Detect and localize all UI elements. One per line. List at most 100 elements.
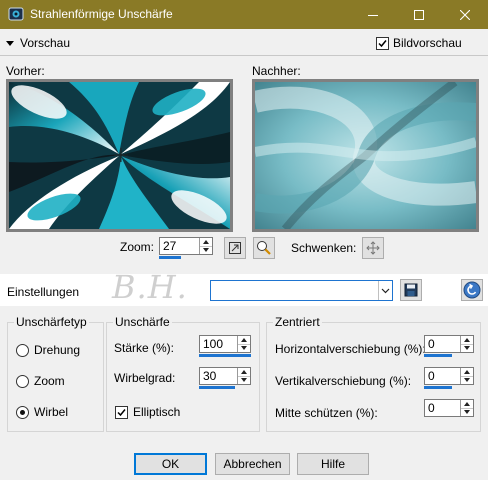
radio-button[interactable] [16,374,29,388]
after-label: Nachher: [252,64,301,78]
help-button[interactable]: Hilfe [297,453,369,475]
blur-title: Unschärfe [113,315,172,329]
spin-up-icon[interactable] [461,336,473,344]
ok-button[interactable]: OK [134,453,207,475]
zoom-slider-bar[interactable] [159,256,181,259]
strength-value[interactable]: 100 [200,336,237,352]
bildvorschau-checkbox-row[interactable]: Bildvorschau [376,34,462,52]
spin-down-icon[interactable] [461,343,473,353]
blur-type-group: Unschärfetyp Drehung Zoom Wirbel [7,315,104,432]
zoom-fit-icon [229,242,241,254]
twist-slider-bar[interactable] [199,386,235,389]
radio-label: Zoom [34,374,65,388]
radio-wirbel[interactable]: Wirbel [16,405,68,419]
spin-up-icon[interactable] [238,368,250,376]
chevron-down-icon [381,288,390,293]
settings-label: Einstellungen [7,285,80,299]
maximize-button[interactable] [396,0,442,29]
protect-value[interactable]: 0 [425,400,460,416]
h-offset-slider-bar[interactable] [424,354,452,357]
close-icon [460,9,470,20]
strength-spinner[interactable]: 100 [199,335,251,353]
spin-down-icon[interactable] [238,375,250,385]
spin-down-icon[interactable] [238,343,250,353]
close-button[interactable] [442,0,488,29]
radio-label: Drehung [34,343,81,357]
elliptical-checkbox-row[interactable]: Elliptisch [115,405,180,419]
strength-label: Stärke (%): [114,341,175,355]
reset-button[interactable] [461,279,483,301]
title-bar[interactable]: Strahlenförmige Unschärfe [0,0,488,29]
elliptical-label: Elliptisch [133,405,181,419]
magnifier-icon [257,241,271,255]
divider [0,55,488,56]
spin-down-icon[interactable] [200,245,212,255]
radio-button-selected[interactable] [16,405,29,419]
center-title: Zentriert [273,315,322,329]
spin-up-icon[interactable] [461,368,473,376]
blur-group: Unschärfe Stärke (%): 100 Wirbelgrad: 30… [106,315,260,432]
spin-up-icon[interactable] [200,238,212,246]
before-preview-image [9,82,230,229]
bildvorschau-checkbox[interactable] [376,36,389,50]
v-offset-slider-bar[interactable] [424,386,452,389]
floppy-disk-icon [404,283,418,297]
strength-arrows[interactable] [237,336,250,352]
twist-spinner[interactable]: 30 [199,367,251,385]
spin-down-icon[interactable] [461,407,473,417]
preset-combo[interactable] [210,280,393,301]
h-offset-spinner[interactable]: 0 [424,335,474,353]
minimize-icon [368,14,378,16]
blur-type-title: Unschärfetyp [14,315,89,329]
v-offset-label: Vertikalverschiebung (%): [275,374,412,388]
h-offset-arrows[interactable] [460,336,473,352]
minimize-button[interactable] [350,0,396,29]
v-offset-value[interactable]: 0 [425,368,460,384]
checkmark-icon [378,39,387,47]
twist-arrows[interactable] [237,368,250,384]
zoom-spinner[interactable]: 27 [159,237,213,255]
checkmark-icon [117,408,126,416]
after-preview-image [255,82,476,229]
radio-label: Wirbel [34,405,69,419]
zoom-tool-button[interactable] [253,237,275,259]
preview-toggle[interactable]: Vorschau [6,34,70,52]
move-icon [366,241,380,255]
after-preview [252,79,479,232]
cancel-button[interactable]: Abbrechen [215,453,290,475]
watermark-logo: B.H. [112,268,188,306]
zoom-fit-button[interactable] [224,237,246,259]
zoom-value[interactable]: 27 [160,238,199,254]
protect-spinner[interactable]: 0 [424,399,474,417]
preview-toggle-label: Vorschau [20,36,71,50]
elliptical-checkbox[interactable] [115,405,128,419]
twist-value[interactable]: 30 [200,368,237,384]
radio-zoom[interactable]: Zoom [16,374,65,388]
twist-label: Wirbelgrad: [114,371,176,385]
before-preview[interactable] [6,79,233,232]
center-group: Zentriert Horizontalverschiebung (%): 0 … [266,315,481,432]
strength-slider-bar[interactable] [199,354,251,357]
app-icon [8,6,24,22]
spin-down-icon[interactable] [461,375,473,385]
protect-arrows[interactable] [460,400,473,416]
spin-up-icon[interactable] [238,336,250,344]
bildvorschau-label: Bildvorschau [393,36,462,50]
save-preset-button[interactable] [400,279,422,301]
undo-icon [463,281,481,299]
pan-button[interactable] [362,237,384,259]
spin-up-icon[interactable] [461,400,473,408]
zoom-label: Zoom: [120,240,155,254]
preset-dropdown-arrow[interactable] [378,281,392,300]
pan-label: Schwenken: [291,241,357,255]
radio-button[interactable] [16,343,29,357]
window-title: Strahlenförmige Unschärfe [30,7,173,21]
protect-label: Mitte schützen (%): [275,406,378,420]
radio-drehung[interactable]: Drehung [16,343,80,357]
h-offset-label: Horizontalverschiebung (%): [275,342,426,356]
h-offset-value[interactable]: 0 [425,336,460,352]
v-offset-arrows[interactable] [460,368,473,384]
zoom-arrows[interactable] [199,238,212,254]
maximize-icon [414,9,424,20]
v-offset-spinner[interactable]: 0 [424,367,474,385]
